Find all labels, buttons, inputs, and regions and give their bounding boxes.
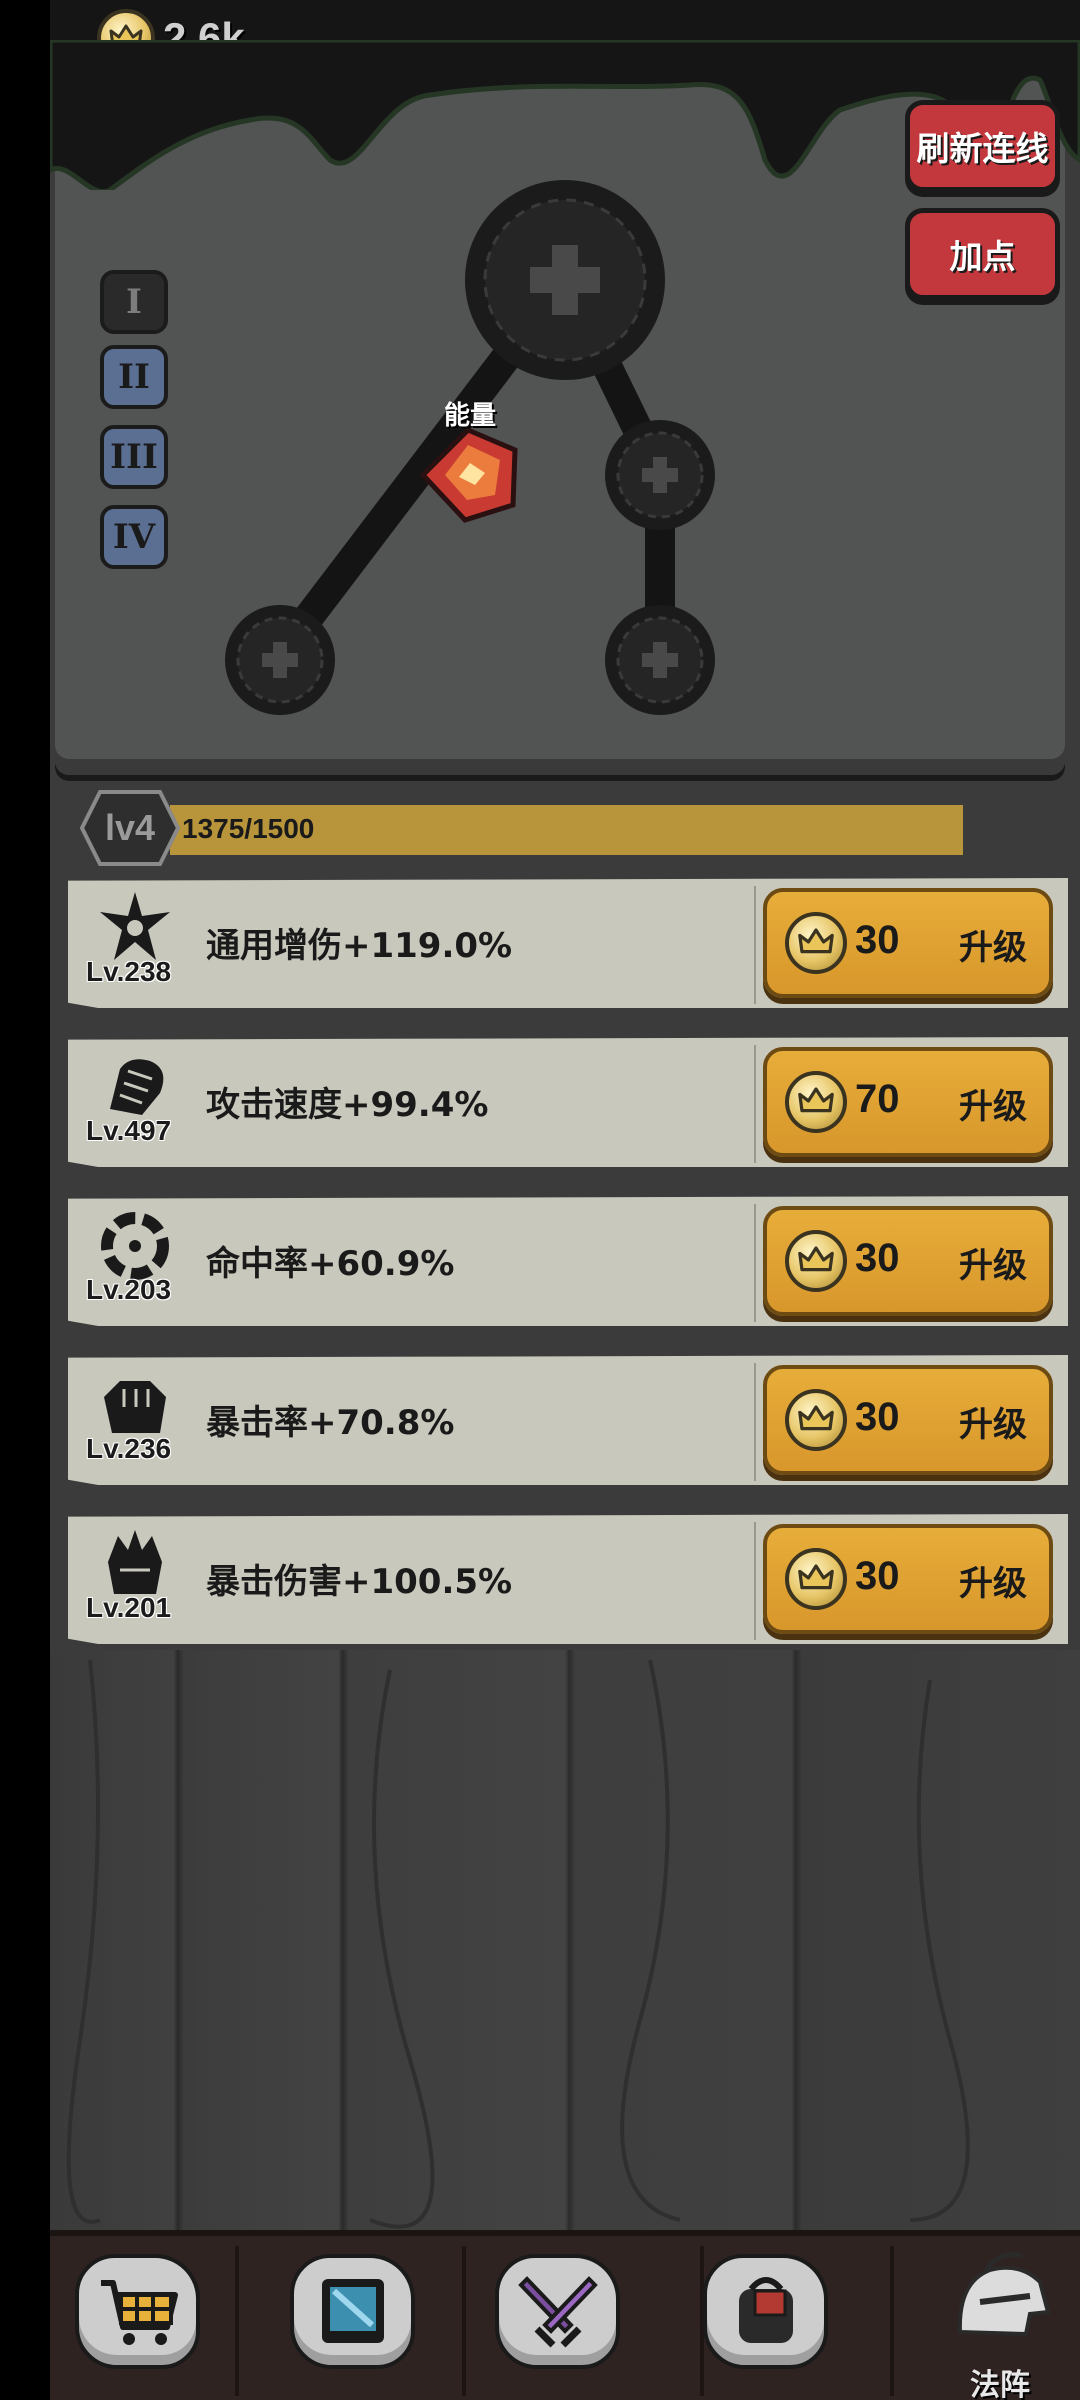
tier-tab-1[interactable]: I [100,270,168,334]
upgrade-button[interactable]: 70 升级 [763,1047,1053,1157]
upgrade-button-label: 升级 [959,1087,1027,1127]
level-label: lv4 [104,807,156,848]
level-badge: lv4 [80,788,180,868]
crown-coin-icon [785,1230,847,1292]
target-ring-icon [101,1212,169,1280]
level-progress-text: 1375/1500 [182,813,315,844]
tree-node-right-bottom[interactable] [605,605,715,715]
upgrade-cost: 30 [855,1554,900,1598]
upgrade-level: Lv.236 [86,1433,172,1464]
upgrade-row: Lv.203 命中率+60.9% 30 升级 [68,1196,1068,1336]
upgrade-button-label: 升级 [959,1246,1027,1286]
upgrade-button-label: 升级 [959,1564,1027,1604]
add-point-button[interactable]: 加点 [905,208,1060,300]
tier-tab-4[interactable]: IV [100,505,168,569]
upgrade-stat: 攻击速度+99.4% [206,1085,489,1125]
upgrade-row: Lv.236 暴击率+70.8% 30 升级 [68,1355,1068,1495]
upgrade-button[interactable]: 30 升级 [763,1206,1053,1316]
upgrade-row: Lv.497 攻击速度+99.4% 70 升级 [68,1037,1068,1177]
upgrade-cost: 30 [855,918,900,962]
upgrade-cost: 70 [855,1077,900,1121]
tree-node-left-bottom[interactable] [225,605,335,715]
helmet-icon [957,2252,1051,2337]
upgrade-level: Lv.203 [86,1274,172,1305]
upgrade-stat: 暴击伤害+100.5% [206,1562,513,1602]
refresh-links-button[interactable]: 刷新连线 [905,100,1060,192]
spiked-fist-icon [108,1530,162,1594]
upgrade-cost: 30 [855,1236,900,1280]
upgrade-button[interactable]: 30 升级 [763,1524,1053,1634]
upgrade-button-label: 升级 [959,1405,1027,1445]
tree-node-root[interactable] [465,180,665,380]
crown-coin-icon [785,912,847,974]
upgrade-level: Lv.201 [86,1592,172,1623]
upgrade-level: Lv.238 [86,956,172,987]
upgrade-button[interactable]: 30 升级 [763,888,1053,998]
level-progress-bar: 1375/1500 [170,805,1035,855]
upgrade-stat: 暴击率+70.8% [206,1403,455,1443]
wood-grain-decoration [66,1659,970,2229]
upgrade-button-label: 升级 [959,928,1027,968]
backpack-icon[interactable] [703,2254,828,2369]
skill-book-icon[interactable] [290,2254,415,2369]
tree-node-right-mid[interactable] [605,420,715,530]
tier-tab-3[interactable]: III [100,425,168,489]
shop-cart-icon[interactable] [75,2254,200,2369]
upgrade-level: Lv.497 [86,1115,172,1146]
fist-icon [110,1059,164,1115]
crown-coin-icon [785,1548,847,1610]
upgrade-row: Lv.201 暴击伤害+100.5% 30 升级 [68,1514,1068,1654]
gem-label: 能量 [443,401,496,431]
upgrade-stat: 命中率+60.9% [206,1244,455,1284]
bottom-nav: 法阵 [50,2230,1080,2400]
nav-magic-array-tab[interactable]: 法阵 [930,2242,1070,2400]
upgrade-button[interactable]: 30 升级 [763,1365,1053,1475]
crown-coin-icon [785,1389,847,1451]
nav-active-label: 法阵 [970,2368,1030,2400]
crown-coin-icon [785,1071,847,1133]
crossed-swords-icon[interactable] [495,2254,620,2369]
upgrade-stat: 通用增伤+119.0% [206,926,513,966]
tier-tab-2[interactable]: II [100,345,168,409]
gauntlet-icon [104,1381,166,1433]
star-burst-icon [100,892,170,960]
upgrade-row: Lv.238 通用增伤+119.0% 30 升级 [68,878,1068,1018]
upgrade-cost: 30 [855,1395,900,1439]
